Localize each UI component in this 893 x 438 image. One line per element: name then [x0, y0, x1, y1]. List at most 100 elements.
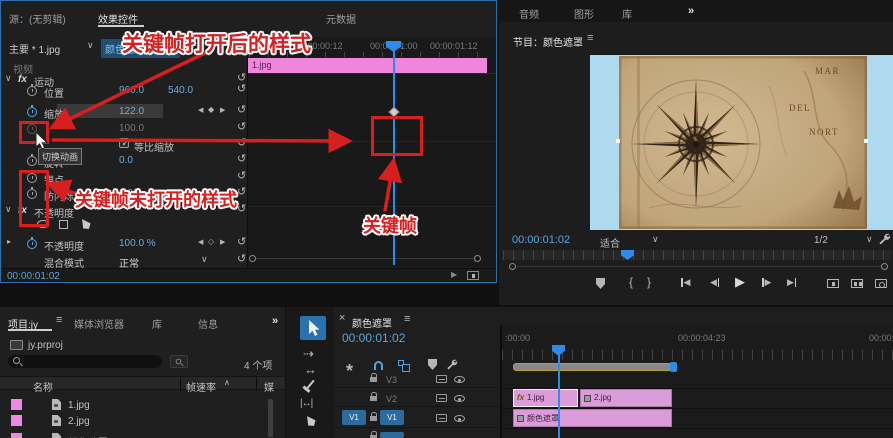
reset-anchor-icon[interactable]	[237, 171, 246, 182]
label-swatch[interactable]	[11, 433, 22, 438]
rotation-value[interactable]: 0.0	[119, 155, 133, 166]
stopwatch-scale-icon[interactable]	[27, 104, 37, 117]
tab-source-monitor[interactable]: 源：(无剪辑)	[9, 11, 66, 26]
mark-out-icon[interactable]	[647, 276, 651, 288]
workspace-tab-graphics[interactable]: 图形	[574, 6, 594, 21]
target-track-a1[interactable]	[380, 432, 404, 438]
timeline-settings-wrench-icon[interactable]	[446, 358, 458, 370]
track-select-tool-icon[interactable]	[303, 347, 314, 360]
lift-icon[interactable]	[827, 279, 839, 288]
sync-lock-icon[interactable]	[436, 375, 447, 383]
track-output-eye-icon[interactable]	[454, 415, 465, 422]
track-header-v2[interactable]: V2	[334, 389, 500, 407]
clip-color-matte[interactable]: 颜色遮罩	[513, 409, 672, 427]
play-keyframes-icon[interactable]	[451, 271, 457, 279]
step-forward-icon[interactable]	[765, 278, 772, 287]
master-clip-label[interactable]: 主要 * 1.jpg	[9, 41, 60, 56]
tab-info[interactable]: 信息	[198, 316, 218, 331]
add-keyframe-icon[interactable]	[208, 106, 214, 114]
add-marker-icon[interactable]	[596, 278, 605, 289]
transform-handle-left[interactable]	[616, 139, 620, 143]
step-back-icon[interactable]	[710, 278, 717, 287]
tab-effect-controls[interactable]: 效果控件	[98, 11, 138, 26]
scale-value[interactable]: 122.0	[119, 106, 144, 117]
uniform-scale-checkbox[interactable]	[119, 138, 129, 149]
track-output-eye-icon[interactable]	[454, 395, 465, 402]
tab-libraries[interactable]: 库	[152, 316, 162, 331]
program-zoom-handle-right[interactable]	[881, 263, 888, 270]
expand-opacity-icon[interactable]	[7, 238, 11, 246]
label-swatch[interactable]	[11, 415, 22, 426]
scrollbar[interactable]	[268, 399, 273, 437]
tab-metadata[interactable]: 元数据	[326, 11, 356, 26]
timeline-timecode[interactable]: 00:00:01:02	[342, 331, 405, 345]
timeline-playhead-line[interactable]	[558, 352, 560, 438]
search-input[interactable]	[8, 355, 162, 368]
ecp-zoom-handle-left[interactable]	[249, 255, 256, 262]
collapse-opacity-icon[interactable]	[5, 205, 12, 214]
ecp-timecode[interactable]: 00:00:01:02	[7, 271, 60, 282]
list-item[interactable]: 1.jpg	[0, 399, 268, 415]
add-marker-icon[interactable]	[428, 359, 437, 370]
track-header-a1-partial[interactable]	[334, 429, 500, 438]
pen-tool-icon[interactable]	[303, 414, 317, 429]
workspace-tab-libraries[interactable]: 库	[622, 6, 632, 21]
prev-keyframe-icon[interactable]	[198, 239, 203, 246]
go-to-in-icon[interactable]	[684, 278, 691, 287]
program-timecode[interactable]: 00:00:01:02	[512, 234, 570, 246]
track-label[interactable]: V2	[386, 394, 397, 404]
sort-caret-icon[interactable]	[224, 379, 230, 387]
project-file-icon[interactable]	[10, 340, 23, 350]
program-zoom-track[interactable]	[517, 266, 881, 267]
stopwatch-opacity-icon[interactable]	[27, 236, 37, 249]
list-item[interactable]: 2.jpg	[0, 415, 268, 431]
reset-opacity-fx-icon[interactable]	[237, 204, 246, 215]
panel-menu-icon[interactable]	[56, 315, 62, 326]
tab-sequence[interactable]: 颜色遮罩	[352, 315, 392, 330]
playback-resolution-select[interactable]: 1/2	[814, 235, 828, 246]
tab-media-browser[interactable]: 媒体浏览器	[74, 316, 124, 331]
collapse-motion-icon[interactable]	[5, 74, 12, 83]
opacity-value[interactable]: 100.0 %	[119, 238, 156, 249]
reset-blend-icon[interactable]	[237, 254, 246, 265]
position-x-value[interactable]: 960.0	[119, 85, 144, 96]
settings-wrench-icon[interactable]	[878, 232, 891, 245]
ecp-zoom-handle-right[interactable]	[474, 255, 481, 262]
resolution-dropdown-icon[interactable]	[866, 235, 873, 244]
source-patch-v1[interactable]: V1	[342, 410, 366, 425]
linked-selection-icon[interactable]	[398, 360, 410, 372]
workspace-tab-audio[interactable]: 音频	[519, 6, 539, 21]
item-name[interactable]: 2.jpg	[68, 416, 90, 427]
list-item[interactable]: 颜色遮罩	[0, 431, 268, 438]
export-frame-icon[interactable]	[875, 279, 887, 288]
reset-scale-width-icon[interactable]	[237, 122, 246, 133]
ripple-edit-tool-icon[interactable]	[304, 363, 317, 376]
next-keyframe-icon[interactable]	[220, 107, 225, 114]
timeline-scrollbar[interactable]	[513, 363, 677, 371]
blend-dropdown-icon[interactable]	[201, 255, 208, 264]
reset-antiflicker-icon[interactable]	[237, 187, 246, 198]
extract-icon[interactable]	[851, 279, 863, 288]
selection-tool[interactable]	[300, 316, 326, 340]
tab-overflow-icon[interactable]: »	[272, 315, 278, 327]
chevron-down-icon[interactable]	[87, 41, 94, 50]
rect-mask-icon[interactable]	[59, 220, 68, 229]
reset-scale-icon[interactable]	[237, 105, 246, 116]
program-zoom-handle-left[interactable]	[509, 263, 516, 270]
column-framerate[interactable]: 帧速率	[186, 379, 216, 394]
slip-tool-icon[interactable]	[300, 399, 312, 409]
go-to-out-icon[interactable]	[787, 278, 794, 287]
item-name[interactable]: 颜色遮罩	[68, 434, 108, 438]
program-time-ruler[interactable]	[503, 250, 891, 260]
search-bin-button[interactable]	[170, 355, 188, 368]
close-sequence-icon[interactable]	[339, 313, 345, 324]
transform-handle-right[interactable]	[864, 139, 868, 143]
add-keyframe-icon[interactable]	[208, 238, 214, 246]
panel-menu-icon[interactable]	[587, 33, 593, 44]
zoom-level-select[interactable]: 适合	[600, 235, 620, 250]
lock-icon[interactable]	[370, 392, 377, 401]
workspace-overflow-icon[interactable]: »	[688, 5, 694, 17]
clip-1jpg[interactable]: fx 1.jpg	[513, 389, 578, 407]
track-label[interactable]: V3	[386, 375, 397, 385]
lock-icon[interactable]	[370, 373, 377, 382]
